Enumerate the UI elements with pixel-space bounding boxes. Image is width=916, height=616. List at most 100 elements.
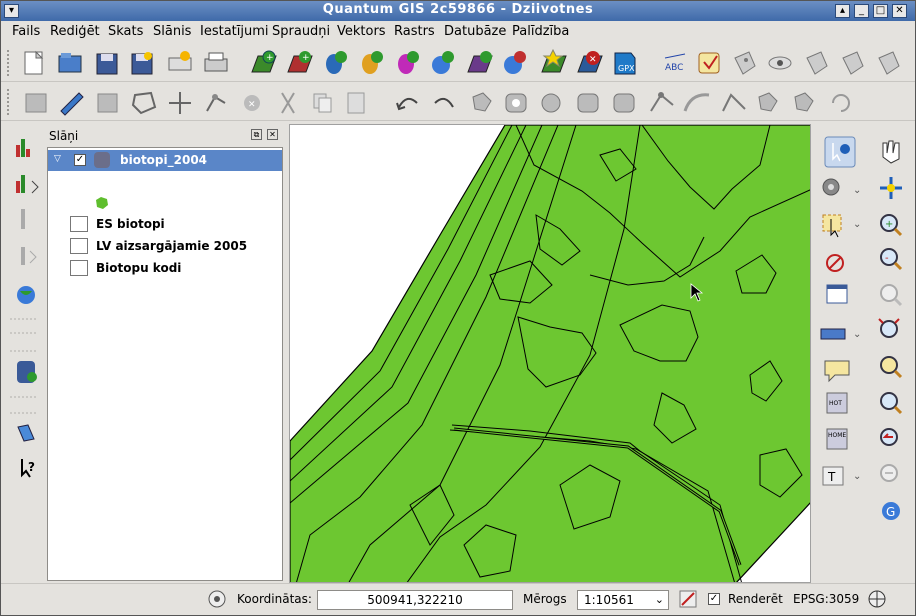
zoom-in-icon[interactable]: + [880, 214, 903, 237]
plugin-tag-icon-4[interactable] [842, 51, 864, 75]
layer-row-table[interactable]: ES biotopi [68, 214, 282, 234]
copy-features-icon[interactable] [313, 93, 332, 113]
minimize-icon-button[interactable]: _ [854, 4, 869, 18]
paste-features-icon[interactable] [347, 92, 365, 114]
menu-layer[interactable]: Slānis [153, 24, 191, 39]
offset-curve-icon[interactable] [683, 93, 710, 112]
rotate-point-symbols-icon[interactable] [832, 94, 850, 112]
add-feature-icon[interactable] [131, 91, 157, 115]
layer-row-table[interactable]: LV aizsargājamie 2005 [68, 236, 282, 256]
collapse-arrow-icon[interactable]: ▽ [54, 154, 61, 164]
close-button[interactable]: ✕ [892, 4, 907, 18]
plugin-tag-icon-2[interactable] [734, 51, 756, 75]
new-bookmark-icon[interactable]: HOT [826, 392, 848, 414]
current-edits-icon[interactable] [25, 93, 47, 113]
text-annotation-icon[interactable]: T [822, 466, 844, 486]
reshape-features-icon[interactable] [650, 92, 674, 112]
refresh-icon[interactable]: G [882, 502, 900, 520]
cut-features-icon[interactable] [281, 92, 295, 114]
toggle-editing-icon[interactable] [60, 92, 84, 116]
plugin-tag-icon-3[interactable] [806, 51, 828, 75]
zoom-last-icon[interactable] [880, 428, 898, 446]
float-panel-icon[interactable]: ⧉ [251, 129, 262, 140]
stop-render-icon[interactable] [679, 590, 697, 608]
delete-part-icon[interactable] [613, 93, 635, 113]
coordinates-field[interactable]: 500941,322210 [317, 590, 513, 610]
render-checkbox[interactable]: ✓ [708, 593, 720, 605]
new-shapefile-layer-icon[interactable] [541, 48, 567, 73]
plugin-tag-icon-5[interactable] [878, 51, 900, 75]
pan-map-icon[interactable] [882, 140, 900, 164]
menu-raster[interactable]: Rastrs [394, 24, 435, 39]
add-wcs-layer-icon[interactable] [467, 51, 493, 73]
dropdown-arrow-icon[interactable]: ⌄ [853, 185, 861, 196]
open-attribute-table-icon[interactable] [826, 284, 848, 304]
undo-icon[interactable] [396, 97, 418, 111]
node-tool-icon[interactable] [206, 94, 226, 112]
select-features-icon[interactable] [822, 214, 842, 238]
selected-layer-row[interactable]: ▽ ✓ biotopi_2004 [48, 150, 282, 171]
new-gpx-layer-icon[interactable]: GPX [614, 52, 636, 75]
zoom-out-icon[interactable]: - [880, 248, 903, 271]
globe-icon[interactable] [17, 286, 35, 304]
add-part-icon[interactable] [541, 93, 561, 113]
add-spatialite-layer-icon[interactable] [362, 51, 383, 74]
dropdown-arrow-icon[interactable]: ⌄ [853, 219, 861, 230]
menu-edit[interactable]: Rediģēt [50, 24, 100, 39]
crs-label[interactable]: EPSG:3059 [793, 592, 859, 606]
menu-file[interactable]: Fails [12, 24, 40, 39]
delete-selected-icon[interactable]: ✕ [244, 95, 260, 111]
merge-attributes-icon[interactable] [794, 92, 814, 112]
redo-icon[interactable] [434, 97, 454, 108]
crs-globe-icon[interactable] [867, 589, 887, 609]
pan-to-selection-icon[interactable] [880, 177, 902, 199]
save-as-icon[interactable] [131, 52, 153, 75]
new-print-composer-icon[interactable] [168, 51, 192, 71]
save-edits-icon[interactable] [97, 93, 118, 113]
menu-vector[interactable]: Vektors [337, 24, 386, 39]
open-project-icon[interactable] [58, 53, 82, 73]
simplify-feature-icon[interactable] [472, 92, 492, 112]
add-mssql-layer-icon[interactable] [398, 51, 419, 74]
add-postgis-layer-icon[interactable] [326, 51, 347, 74]
new-project-icon[interactable] [24, 50, 44, 75]
layer-row-table[interactable]: Biotopu kodi [68, 258, 282, 278]
measure-line-icon[interactable] [820, 328, 846, 340]
deselect-features-icon[interactable] [826, 254, 844, 272]
whats-this-icon[interactable]: ? [21, 459, 35, 478]
move-feature-icon[interactable] [169, 92, 191, 114]
menu-help[interactable]: Palīdzība [512, 24, 569, 39]
map-tips-icon[interactable] [824, 360, 850, 383]
add-wms-layer-icon[interactable] [432, 51, 454, 74]
menu-settings[interactable]: Iestatījumi [200, 24, 269, 39]
chevron-down-icon[interactable]: ⌄ [655, 591, 664, 609]
layer-visibility-checkbox[interactable]: ✓ [74, 154, 86, 166]
coordinate-toggle-icon[interactable] [207, 589, 227, 609]
title-bar[interactable]: ▾ Quantum GIS 2c59866 - Dziivotnes ▴ _ □… [1, 1, 915, 21]
zoom-to-layer-icon[interactable] [880, 392, 903, 415]
plugin-tag-icon-1[interactable] [698, 52, 720, 74]
raster-stretch-icon[interactable] [16, 175, 39, 194]
close-panel-icon[interactable]: ✕ [267, 129, 278, 140]
show-bookmarks-icon[interactable]: HOME [826, 428, 848, 450]
map-canvas[interactable] [289, 124, 811, 583]
zoom-to-selection-icon[interactable] [880, 356, 903, 379]
add-raster-layer-icon[interactable]: + [287, 51, 313, 73]
raster-stretch-disabled-icon[interactable] [21, 247, 37, 265]
merge-features-icon[interactable] [758, 92, 778, 112]
zoom-next-icon[interactable] [880, 464, 898, 482]
dropdown-arrow-icon[interactable]: ⌄ [853, 329, 861, 340]
remove-layer-icon[interactable]: ✕ [577, 51, 603, 73]
menu-view[interactable]: Skats [108, 24, 143, 39]
add-ring-icon[interactable] [505, 93, 527, 113]
zoom-full-icon[interactable] [878, 318, 900, 338]
zoom-actual-size-icon[interactable] [880, 284, 903, 307]
layer-tree[interactable]: ▽ ✓ biotopi_2004 ES biotopi LV aizsargāj… [47, 147, 283, 581]
raster-histogram-icon[interactable] [16, 139, 30, 157]
save-project-icon[interactable] [96, 53, 118, 75]
add-vector-layer-icon[interactable]: + [251, 50, 277, 73]
minimize-button[interactable]: ▴ [835, 4, 850, 18]
menu-database[interactable]: Datubāze [444, 24, 506, 39]
run-feature-action-icon[interactable] [822, 178, 840, 196]
spell-check-icon[interactable]: ABC [664, 53, 686, 73]
